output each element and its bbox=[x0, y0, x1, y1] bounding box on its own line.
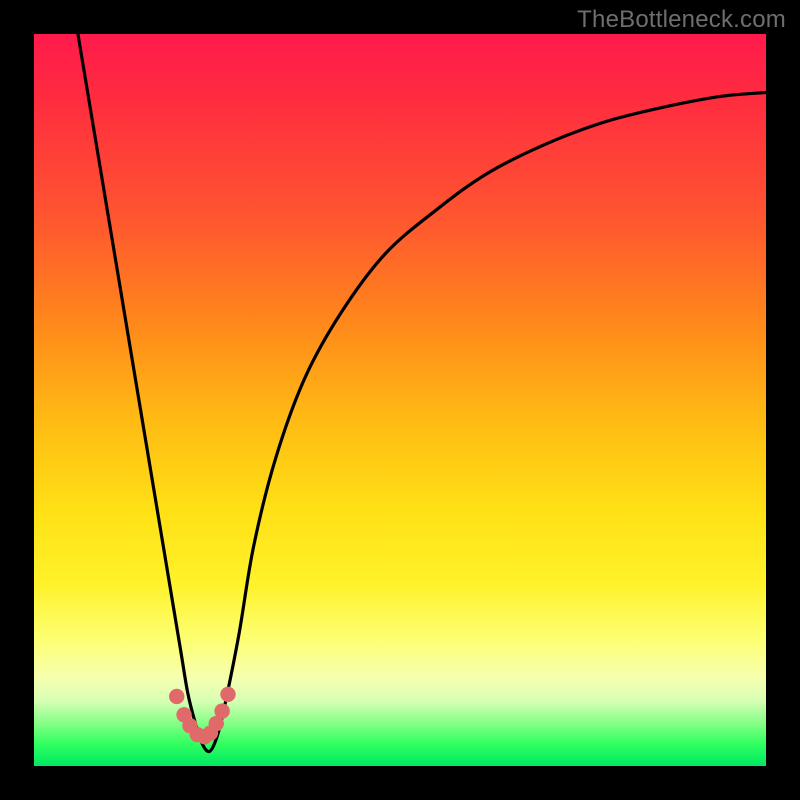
plot-gradient-area bbox=[34, 34, 766, 766]
watermark-text: TheBottleneck.com bbox=[577, 6, 786, 34]
sweet-spot-dot bbox=[220, 687, 235, 702]
sweet-spot-dots bbox=[169, 687, 236, 745]
bottleneck-curve-path bbox=[78, 34, 766, 752]
sweet-spot-dot bbox=[169, 689, 184, 704]
outer-frame: TheBottleneck.com bbox=[0, 0, 800, 800]
sweet-spot-dot bbox=[214, 703, 229, 718]
bottleneck-curve-svg bbox=[34, 34, 766, 766]
